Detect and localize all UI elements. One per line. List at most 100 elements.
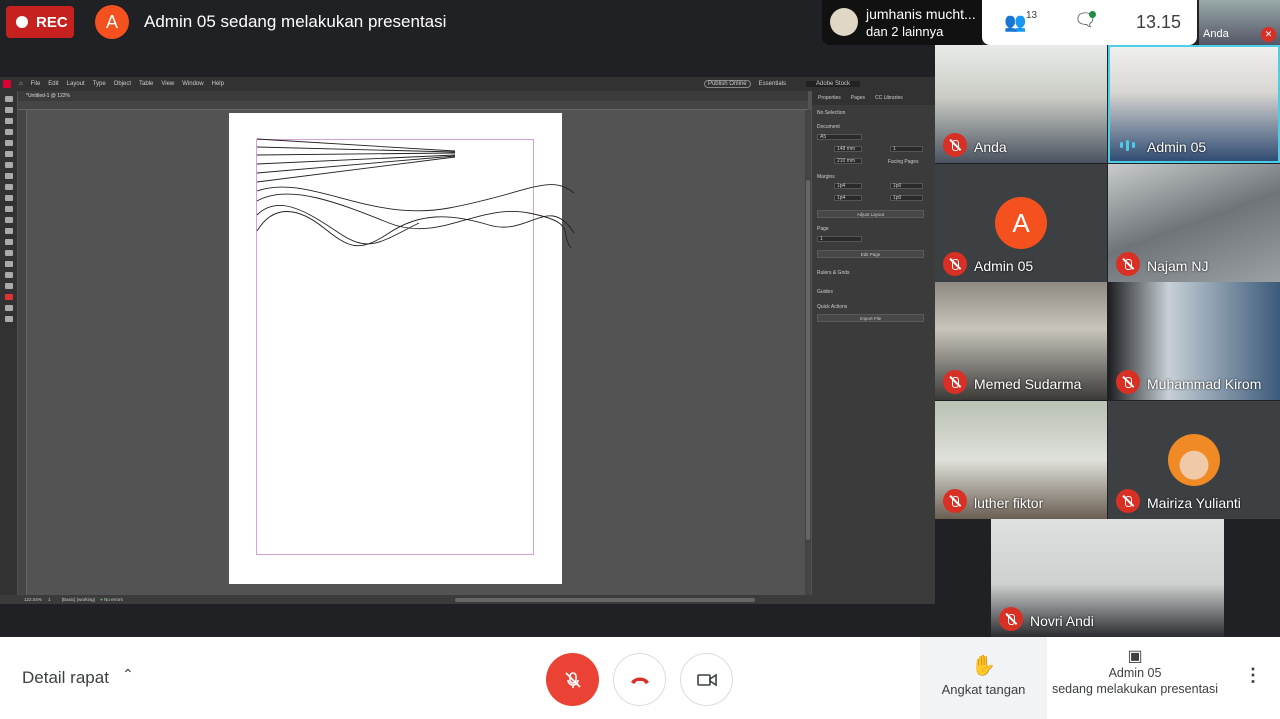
participant-avatar bbox=[1168, 434, 1220, 486]
video-camera-icon bbox=[696, 673, 717, 686]
ellipse-tool-icon bbox=[4, 206, 13, 212]
raise-hand-button[interactable]: ✋ Angkat tangan bbox=[920, 637, 1047, 719]
page-tool-icon bbox=[4, 118, 13, 124]
present-screen-icon: ▣ bbox=[1127, 648, 1143, 665]
note-tool-icon bbox=[4, 250, 13, 256]
presenting-title: Admin 05 sedang melakukan presentasi bbox=[144, 12, 447, 31]
vertical-scrollbar bbox=[805, 110, 811, 595]
screen-mode-icon bbox=[4, 316, 13, 322]
preflight-status: No errors bbox=[104, 597, 123, 602]
participant-tile[interactable]: Najam NJ bbox=[1108, 164, 1280, 282]
document-tab: *Untitled-1 @ 122% bbox=[18, 91, 808, 101]
mic-off-icon bbox=[943, 489, 967, 513]
meeting-details-button[interactable]: Detail rapat bbox=[22, 668, 109, 688]
horizontal-scrollbar bbox=[455, 598, 755, 602]
quick-actions-label: Quick Actions bbox=[817, 304, 848, 310]
chat-others-count: dan 2 lainnya bbox=[866, 24, 944, 39]
page-select: 1 bbox=[817, 236, 862, 242]
selection-tool-icon bbox=[4, 96, 13, 102]
participant-tile[interactable]: Muhammad Kirom bbox=[1108, 282, 1280, 400]
people-icon[interactable]: 👥 bbox=[1004, 12, 1026, 33]
stock-search: Adobe Stock bbox=[806, 81, 861, 87]
workspace-select: Essentials bbox=[758, 81, 787, 87]
participant-name: Memed Sudarma bbox=[974, 376, 1082, 392]
participant-tile-active-speaker[interactable]: Admin 05 bbox=[1108, 45, 1280, 163]
menu-layout: Layout bbox=[66, 81, 85, 87]
participant-name: Admin 05 bbox=[974, 258, 1034, 274]
import-file-button: Import File bbox=[817, 314, 924, 322]
participant-tile[interactable]: luther fiktor bbox=[935, 401, 1107, 519]
margins-label: Margins bbox=[817, 174, 835, 180]
wave-1 bbox=[256, 184, 575, 212]
drawn-lines bbox=[256, 138, 575, 249]
margin-top-field: 1p4 bbox=[834, 183, 862, 189]
menu-edit: Edit bbox=[48, 81, 59, 87]
mic-off-icon bbox=[943, 370, 967, 394]
meeting-info-bar: 👥 13 🗨 13.15 bbox=[982, 0, 1197, 45]
participant-name: Najam NJ bbox=[1147, 258, 1209, 274]
recording-badge: REC bbox=[6, 6, 74, 38]
margin-inside-field: 1p0 bbox=[890, 183, 923, 189]
chat-sender-avatar bbox=[830, 8, 858, 36]
document-page bbox=[229, 113, 575, 584]
menu-object: Object bbox=[113, 81, 132, 87]
participant-grid: Anda Admin 05 A Admin 05 Najam NJ Memed … bbox=[935, 45, 1280, 637]
chat-sender-name: jumhanis mucht... bbox=[866, 6, 976, 22]
end-call-button[interactable] bbox=[613, 653, 666, 706]
microphone-toggle-button[interactable] bbox=[546, 653, 599, 706]
presenter-avatar: A bbox=[95, 5, 129, 39]
menu-help: Help bbox=[211, 81, 224, 87]
presenting-status: sedang melakukan presentasi bbox=[1051, 682, 1219, 696]
scissors-tool-icon bbox=[4, 217, 13, 223]
fan-line-5 bbox=[256, 155, 456, 174]
presenting-name: Admin 05 bbox=[1108, 666, 1162, 680]
style-status: [Basic] (working) bbox=[61, 597, 96, 602]
participant-tile[interactable]: Anda bbox=[935, 45, 1107, 163]
participant-tile[interactable]: Memed Sudarma bbox=[935, 282, 1107, 400]
direct-selection-tool-icon bbox=[4, 107, 13, 113]
chat-notification[interactable]: jumhanis mucht... dan 2 lainnya bbox=[822, 0, 982, 45]
clock-time: 13.15 bbox=[1136, 12, 1182, 32]
content-collector-icon bbox=[4, 140, 13, 146]
rec-label: REC bbox=[36, 13, 68, 31]
page-number: 1 bbox=[48, 597, 51, 602]
chevron-up-icon[interactable]: ⌃ bbox=[122, 666, 134, 683]
mic-off-icon bbox=[564, 671, 581, 688]
swap-colors-icon bbox=[4, 305, 13, 311]
hand-tool-icon bbox=[4, 272, 13, 278]
page-label: Page bbox=[817, 226, 829, 232]
eyedropper-tool-icon bbox=[4, 261, 13, 267]
type-tool-icon bbox=[4, 151, 13, 157]
hand-icon: ✋ bbox=[971, 655, 996, 677]
more-options-icon[interactable]: ⋮ bbox=[1244, 665, 1262, 686]
fan-line-3 bbox=[256, 152, 456, 156]
bottom-control-bar: Detail rapat ⌃ ✋ Angkat tangan ▣ Admin 0… bbox=[0, 637, 1280, 719]
participant-tile[interactable]: Novri Andi bbox=[991, 519, 1224, 637]
free-transform-tool-icon bbox=[4, 228, 13, 234]
participant-tile[interactable]: A Admin 05 bbox=[935, 164, 1107, 282]
width-field: 148 mm bbox=[834, 146, 862, 152]
participant-avatar: A bbox=[995, 197, 1047, 249]
no-selection-label: No Selection bbox=[817, 110, 846, 116]
fan-line-6 bbox=[256, 156, 456, 183]
mic-off-icon bbox=[943, 252, 967, 276]
mic-off-icon bbox=[1116, 370, 1140, 394]
margin-bottom-field: 1p4 bbox=[834, 195, 862, 201]
panel-tab-libraries: CC Libraries bbox=[874, 95, 903, 101]
panel-tab-properties: Properties bbox=[818, 95, 841, 101]
self-view-thumbnail[interactable]: Anda ✕ bbox=[1199, 0, 1280, 45]
indesign-menubar: ⌂ File Edit Layout Type Object Table Vie… bbox=[0, 77, 935, 91]
fill-stroke-icon bbox=[4, 294, 13, 300]
line-tool-icon bbox=[4, 162, 13, 168]
camera-toggle-button[interactable] bbox=[680, 653, 733, 706]
menu-file: File bbox=[30, 81, 41, 87]
rectangle-frame-tool-icon bbox=[4, 195, 13, 201]
participant-name: Anda bbox=[974, 139, 1007, 155]
menu-window: Window bbox=[182, 81, 204, 87]
margin-outside-field: 1p0 bbox=[890, 195, 923, 201]
mic-off-icon bbox=[1116, 252, 1140, 276]
participant-tile[interactable]: Mairiza Yulianti bbox=[1108, 401, 1280, 519]
shared-screen: ⌂ File Edit Layout Type Object Table Vie… bbox=[0, 77, 935, 604]
presenting-status-button[interactable]: ▣ Admin 05 sedang melakukan presentasi bbox=[1050, 649, 1220, 697]
top-bar: REC A Admin 05 sedang melakukan presenta… bbox=[0, 0, 1280, 45]
